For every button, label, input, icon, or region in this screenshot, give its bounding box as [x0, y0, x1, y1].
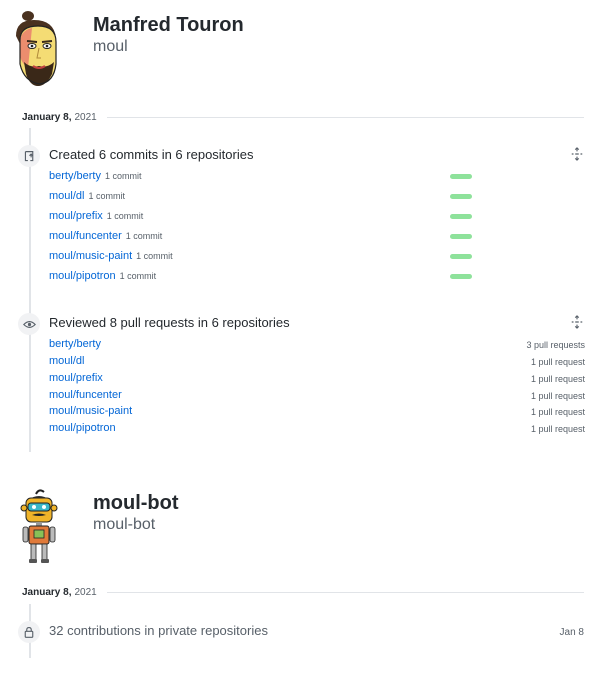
- pull-request-count[interactable]: 1 pull request: [531, 391, 585, 401]
- commit-bar[interactable]: [450, 194, 472, 199]
- commit-bar[interactable]: [450, 234, 472, 239]
- review-row: moul/prefix 1 pull request: [49, 372, 585, 388]
- pull-request-count[interactable]: 1 pull request: [531, 424, 585, 434]
- review-row: moul/music-paint 1 pull request: [49, 405, 585, 421]
- commit-row: moul/funcenter 1 commit: [49, 230, 585, 246]
- review-row: berty/berty 3 pull requests: [49, 338, 585, 354]
- repo-link[interactable]: moul/dl: [49, 355, 84, 367]
- avatar[interactable]: [14, 486, 64, 566]
- commit-count[interactable]: 1 commit: [136, 251, 173, 261]
- pull-request-count[interactable]: 1 pull request: [531, 374, 585, 384]
- repo-link[interactable]: moul/prefix: [49, 210, 103, 222]
- lock-icon: [24, 626, 34, 638]
- timeline-line: [29, 128, 31, 452]
- commit-count[interactable]: 1 commit: [88, 191, 125, 201]
- pull-request-count[interactable]: 3 pull requests: [526, 340, 585, 350]
- repo-link[interactable]: berty/berty: [49, 338, 101, 350]
- reviews-title: Reviewed 8 pull requests in 6 repositori…: [49, 315, 290, 330]
- unfold-icon[interactable]: [570, 147, 584, 161]
- eye-icon: [22, 320, 36, 328]
- commit-count[interactable]: 1 commit: [107, 211, 144, 221]
- commit-row: moul/prefix 1 commit: [49, 210, 585, 226]
- commit-count[interactable]: 1 commit: [120, 271, 157, 281]
- user-login[interactable]: moul: [93, 38, 128, 56]
- pull-request-count[interactable]: 1 pull request: [531, 407, 585, 417]
- divider: [106, 591, 584, 593]
- repo-link[interactable]: moul/funcenter: [49, 230, 122, 242]
- repo-link[interactable]: moul/music-paint: [49, 405, 132, 417]
- review-badge: [18, 313, 40, 335]
- pull-request-count[interactable]: 1 pull request: [531, 357, 585, 367]
- user-name[interactable]: Manfred Touron: [93, 14, 244, 37]
- date-label: January 8,: [22, 111, 72, 123]
- date-year: 2021: [74, 586, 97, 598]
- unfold-icon[interactable]: [570, 315, 584, 329]
- date-label: January 8,: [22, 586, 72, 598]
- repo-link[interactable]: moul/prefix: [49, 372, 103, 384]
- review-row: moul/funcenter 1 pull request: [49, 389, 585, 405]
- date-header: January 8, 2021: [22, 109, 584, 125]
- repo-link[interactable]: moul/pipotron: [49, 270, 116, 282]
- commit-bar[interactable]: [450, 254, 472, 259]
- commit-row: berty/berty 1 commit: [49, 170, 585, 186]
- user-login[interactable]: moul-bot: [93, 516, 155, 534]
- commit-bar[interactable]: [450, 214, 472, 219]
- user-name[interactable]: moul-bot: [93, 492, 179, 515]
- repo-link[interactable]: berty/berty: [49, 170, 101, 182]
- private-badge: [18, 621, 40, 643]
- avatar[interactable]: [10, 8, 66, 88]
- commits-title: Created 6 commits in 6 repositories: [49, 147, 254, 162]
- private-contributions: 32 contributions in private repositories: [49, 623, 268, 638]
- commit-bar[interactable]: [450, 174, 472, 179]
- divider: [106, 116, 584, 118]
- repo-link[interactable]: moul/pipotron: [49, 422, 116, 434]
- repo-link[interactable]: moul/funcenter: [49, 389, 122, 401]
- commit-row: moul/music-paint 1 commit: [49, 250, 585, 266]
- commit-bar[interactable]: [450, 274, 472, 279]
- commit-row: moul/pipotron 1 commit: [49, 270, 585, 286]
- repo-link[interactable]: moul/dl: [49, 190, 84, 202]
- date-year: 2021: [74, 111, 97, 123]
- commit-row: moul/dl 1 commit: [49, 190, 585, 206]
- repo-link[interactable]: moul/music-paint: [49, 250, 132, 262]
- commit-count[interactable]: 1 commit: [105, 171, 142, 181]
- review-row: moul/dl 1 pull request: [49, 355, 585, 371]
- commit-badge: [18, 145, 40, 167]
- commit-count[interactable]: 1 commit: [126, 231, 163, 241]
- review-row: moul/pipotron 1 pull request: [49, 422, 585, 438]
- repo-push-icon: [24, 150, 33, 161]
- contribution-date: Jan 8: [559, 627, 584, 638]
- date-header: January 8, 2021: [22, 584, 584, 600]
